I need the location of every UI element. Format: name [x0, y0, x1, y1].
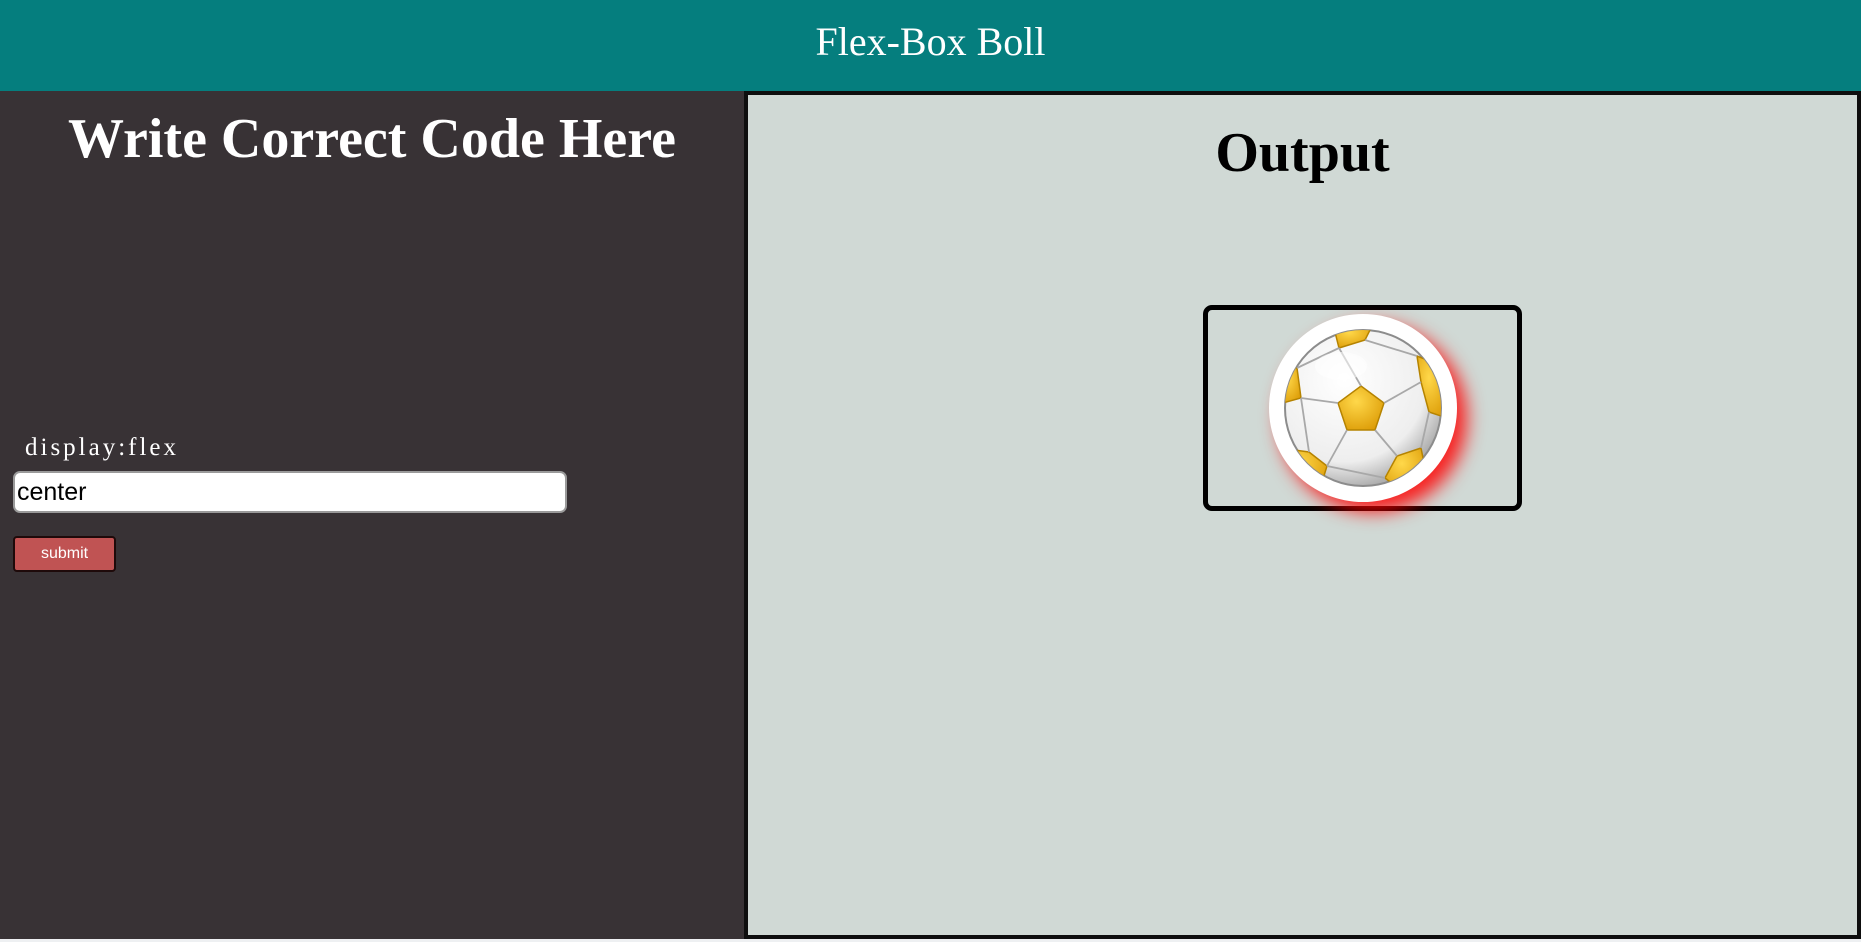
output-panel: Output: [744, 91, 1861, 939]
ball-container: [1268, 314, 1457, 502]
app-title: Flex-Box Boll: [815, 19, 1046, 64]
submit-button[interactable]: submit: [13, 536, 116, 572]
code-label: display:flex: [25, 434, 180, 461]
editor-heading: Write Correct Code Here: [68, 108, 676, 170]
output-heading: Output: [1215, 122, 1390, 184]
code-input[interactable]: [13, 471, 567, 513]
soccer-ball-icon: [1283, 329, 1442, 487]
app-header: Flex-Box Boll: [0, 0, 1861, 91]
code-editor-panel: Write Correct Code Here display:flex sub…: [0, 91, 744, 939]
flex-container-box: [1203, 305, 1522, 511]
